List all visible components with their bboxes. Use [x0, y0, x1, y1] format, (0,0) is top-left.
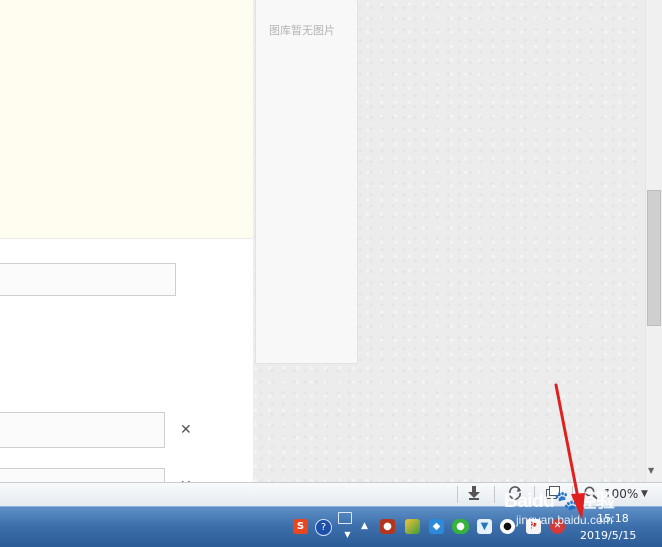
help-icon[interactable]: ? [315, 519, 332, 536]
network-icon[interactable] [338, 512, 352, 524]
box-icon[interactable]: ◆ [429, 519, 444, 534]
gallery-panel: 图库暂无图片 [255, 0, 358, 364]
notice-area [0, 0, 253, 239]
app-green-icon[interactable] [405, 519, 420, 534]
network-arrow-icon[interactable]: ▼ [340, 527, 355, 542]
text-input-3[interactable] [0, 468, 165, 482]
clock-time[interactable]: 15:18 [597, 512, 629, 525]
status-separator [457, 486, 458, 503]
text-input-2[interactable] [0, 412, 165, 448]
stop-icon[interactable]: ✕ [550, 519, 565, 534]
sync-icon[interactable] [508, 486, 522, 504]
clock-date[interactable]: 2019/5/15 [580, 529, 636, 542]
browser-status-bar: 100% ▼ [0, 482, 662, 506]
download-icon[interactable] [468, 486, 480, 504]
security-shield-icon[interactable]: ▼ [477, 519, 492, 534]
show-hidden-icons-icon[interactable]: ▲ [357, 519, 372, 534]
clear-input-2-icon[interactable]: ✕ [180, 422, 192, 438]
status-separator [494, 486, 495, 503]
zoom-icon[interactable] [584, 486, 598, 504]
zoom-dropdown-icon[interactable]: ▼ [641, 489, 648, 499]
window-icon[interactable] [546, 486, 560, 503]
gallery-empty-text: 图库暂无图片 [269, 24, 335, 37]
sogou-input-icon[interactable]: S [293, 519, 308, 534]
vertical-scrollbar[interactable]: ▼ [645, 0, 662, 482]
qq-icon[interactable]: ● [500, 519, 515, 534]
status-separator [534, 486, 535, 503]
status-separator [572, 486, 573, 503]
zoom-level[interactable]: 100% [604, 487, 638, 501]
scroll-thumb[interactable] [647, 190, 661, 326]
flag-icon[interactable]: ⚑ [526, 519, 541, 534]
scroll-down-arrow-icon[interactable]: ▼ [648, 466, 654, 475]
app-red-icon[interactable]: ● [380, 519, 395, 534]
text-input-1[interactable] [0, 263, 176, 296]
wechat-icon[interactable]: ● [452, 519, 469, 534]
left-content-panel: ✕ ✕ [0, 0, 253, 482]
windows-taskbar: S ? ▼ ▲ ● ◆ ● ▼ ● ⚑ ✕ 15:18 2019/5/15 [0, 506, 662, 547]
